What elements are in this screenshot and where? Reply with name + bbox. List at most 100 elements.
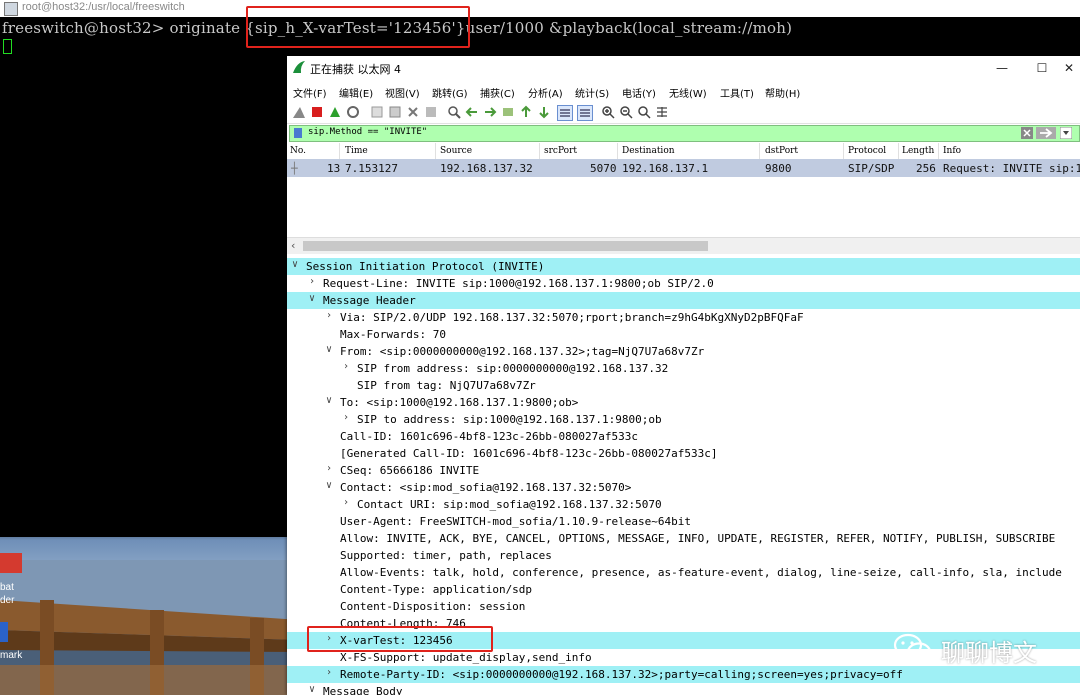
menu-telephony[interactable]: 电话(Y) [622,85,656,100]
column-protocol[interactable]: Protocol [848,146,886,156]
column-source[interactable]: Source [440,146,472,156]
detail-row[interactable]: Max-Forwards: 70 [287,326,1080,343]
find-packet-icon[interactable] [447,105,461,119]
chevron-right-icon[interactable]: › [309,276,315,287]
apply-filter-icon[interactable] [1036,127,1056,139]
app-icon-red[interactable] [0,553,22,573]
detail-row[interactable]: ∨ Contact: <sip:mod_sofia@192.168.137.32:… [287,479,1080,496]
detail-row[interactable]: Call-ID: 1601c696-4bf8-123c-26bb-080027a… [287,428,1080,445]
resize-columns-icon[interactable] [655,105,669,119]
detail-row-text: Allow: INVITE, ACK, BYE, CANCEL, OPTIONS… [340,532,1056,545]
minimize-button[interactable]: — [982,58,1022,78]
auto-scroll-icon[interactable] [557,105,573,121]
stop-capture-icon[interactable] [310,105,324,119]
restart-capture-icon[interactable] [328,105,342,119]
filter-dropdown-icon[interactable] [1060,127,1072,139]
detail-row[interactable]: Content-Disposition: session [287,598,1080,615]
chevron-down-icon[interactable]: ∨ [326,480,332,491]
app-icon-blue[interactable] [0,622,8,642]
detail-row[interactable]: Allow: INVITE, ACK, BYE, CANCEL, OPTIONS… [287,530,1080,547]
maximize-button[interactable]: ☐ [1022,58,1062,78]
save-file-icon[interactable] [388,105,402,119]
chevron-down-icon[interactable]: ∨ [309,684,315,695]
chevron-right-icon[interactable]: › [326,667,332,678]
terminal-titlebar[interactable]: root@host32:/usr/local/freeswitch [0,0,1080,18]
display-filter-input[interactable]: sip.Method == "INVITE" [308,127,427,137]
detail-row-text: User-Agent: FreeSWITCH-mod_sofia/1.10.9-… [340,515,691,528]
menu-capture[interactable]: 捕获(C) [480,85,515,100]
zoom-in-icon[interactable] [601,105,615,119]
detail-row[interactable]: › Remote-Party-ID: <sip:0000000000@192.16… [287,666,1080,683]
detail-row[interactable]: ∨ Session Initiation Protocol (INVITE) [287,258,1080,275]
detail-row[interactable]: [Generated Call-ID: 1601c696-4bf8-123c-2… [287,445,1080,462]
chevron-down-icon[interactable]: ∨ [292,259,298,270]
menu-analyze[interactable]: 分析(A) [528,85,563,100]
column-src-port[interactable]: srcPort [544,146,577,156]
menu-tools[interactable]: 工具(T) [720,85,754,100]
column-time[interactable]: Time [345,146,368,156]
colorize-icon[interactable] [577,105,593,121]
filter-bookmark-icon[interactable] [294,128,302,138]
packet-row[interactable]: ┼ 13 7.153127 192.168.137.32 5070 192.16… [287,159,1080,177]
wireshark-titlebar[interactable]: 正在捕获 以太网 4 — ☐ ✕ [287,56,1080,80]
wireshark-window[interactable]: 正在捕获 以太网 4 — ☐ ✕ 文件(F) 编辑(E) 视图(V) 跳转(G)… [287,56,1080,695]
menu-view[interactable]: 视图(V) [385,85,420,100]
scroll-left-arrow-icon[interactable]: ‹ [291,239,295,252]
close-button[interactable]: ✕ [1057,58,1080,78]
detail-row[interactable]: SIP from tag: NjQ7U7a68v7Zr [287,377,1080,394]
detail-row[interactable]: › SIP from address: sip:0000000000@192.16… [287,360,1080,377]
detail-row[interactable]: ∨ Message Body [287,683,1080,695]
menu-go[interactable]: 跳转(G) [432,85,468,100]
highlight-box-x-vartest [307,626,493,652]
menu-file[interactable]: 文件(F) [293,85,327,100]
shark-fin-start-icon[interactable] [292,105,306,119]
detail-row[interactable]: › CSeq: 65666186 INVITE [287,462,1080,479]
chevron-right-icon[interactable]: › [326,463,332,474]
capture-options-icon[interactable] [346,105,360,119]
chevron-down-icon[interactable]: ∨ [309,293,315,304]
go-last-icon[interactable] [537,105,551,119]
detail-row[interactable]: Content-Type: application/sdp [287,581,1080,598]
go-forward-icon[interactable] [483,105,497,119]
chevron-down-icon[interactable]: ∨ [326,395,332,406]
detail-row[interactable]: Supported: timer, path, replaces [287,547,1080,564]
open-file-icon[interactable] [370,105,384,119]
menu-wireless[interactable]: 无线(W) [669,85,707,100]
packet-time: 7.153127 [345,162,398,175]
chevron-down-icon[interactable]: ∨ [326,344,332,355]
detail-row[interactable]: User-Agent: FreeSWITCH-mod_sofia/1.10.9-… [287,513,1080,530]
detail-row[interactable]: ∨ To: <sip:1000@192.168.137.1:9800;ob> [287,394,1080,411]
detail-row[interactable]: Allow-Events: talk, hold, conference, pr… [287,564,1080,581]
display-filter-bar[interactable]: sip.Method == "INVITE" [289,125,1080,142]
zoom-normal-icon[interactable] [637,105,651,119]
column-destination[interactable]: Destination [622,146,675,156]
menu-edit[interactable]: 编辑(E) [339,85,373,100]
chevron-right-icon[interactable]: › [343,361,349,372]
detail-row[interactable]: ∨ From: <sip:0000000000@192.168.137.32>;t… [287,343,1080,360]
go-first-icon[interactable] [519,105,533,119]
column-info[interactable]: Info [943,146,961,156]
clear-filter-icon[interactable] [1021,127,1033,139]
scrollbar-thumb[interactable] [303,241,708,251]
column-no[interactable]: No. [290,146,306,156]
detail-row-text: Contact URI: sip:mod_sofia@192.168.137.3… [357,498,662,511]
menu-statistics[interactable]: 统计(S) [575,85,609,100]
chevron-right-icon[interactable]: › [326,310,332,321]
detail-row[interactable]: › Request-Line: INVITE sip:1000@192.168.1… [287,275,1080,292]
reload-file-icon[interactable] [424,105,438,119]
detail-row[interactable]: › Contact URI: sip:mod_sofia@192.168.137.… [287,496,1080,513]
go-to-packet-icon[interactable] [501,105,515,119]
packet-list-hscrollbar[interactable]: ‹ [287,237,1080,254]
packet-list-empty-area[interactable] [287,177,1080,237]
column-dst-port[interactable]: dstPort [765,146,798,156]
menu-help[interactable]: 帮助(H) [765,85,800,100]
go-back-icon[interactable] [465,105,479,119]
zoom-out-icon[interactable] [619,105,633,119]
chevron-right-icon[interactable]: › [343,497,349,508]
detail-row[interactable]: › Via: SIP/2.0/UDP 192.168.137.32:5070;rp… [287,309,1080,326]
detail-row[interactable]: ∨ Message Header [287,292,1080,309]
detail-row[interactable]: › SIP to address: sip:1000@192.168.137.1:… [287,411,1080,428]
chevron-right-icon[interactable]: › [343,412,349,423]
column-length[interactable]: Length [902,146,934,156]
close-file-icon[interactable] [406,105,420,119]
